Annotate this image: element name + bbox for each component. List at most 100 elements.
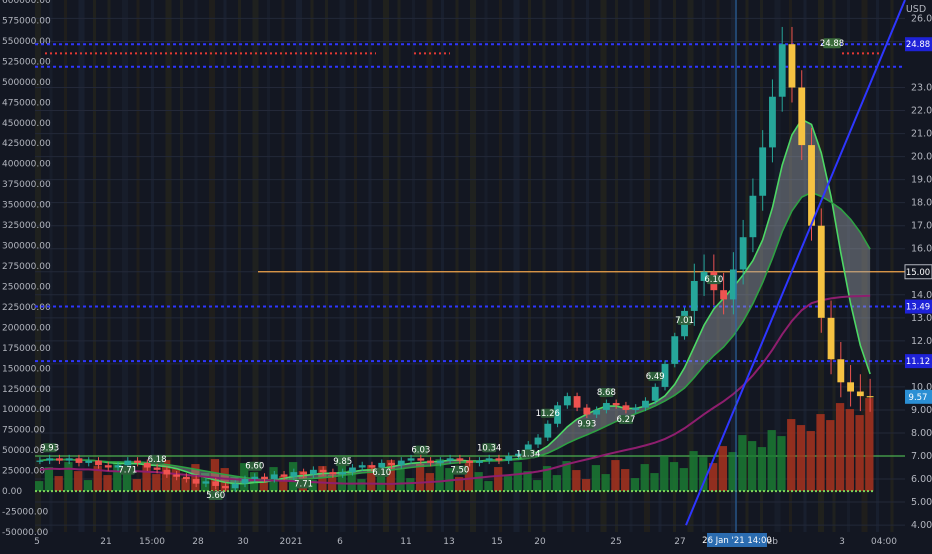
signal-badge: 9.93 [577, 420, 596, 430]
volume-bar [845, 409, 854, 492]
candle-body [544, 423, 552, 438]
candle-body [495, 458, 503, 461]
candle-body [329, 472, 337, 475]
volume-bar [406, 478, 415, 492]
volume-bar [777, 436, 786, 492]
session-band [470, 0, 476, 532]
volume-bar [64, 462, 73, 492]
session-band [383, 0, 389, 532]
volume-bar [796, 425, 806, 492]
chart-root: 600000.00 575000.00 550000.00 5 25000.00 5000… [0, 0, 932, 550]
candle-body [798, 87, 806, 146]
right-axis-tick: 18.00 [911, 198, 932, 209]
session-band [600, 0, 607, 532]
left-axis-tick: 400000.00 [2, 160, 51, 170]
left-axis-tick: 50000.00 [2, 446, 45, 456]
candle-body [124, 460, 132, 466]
session-band [658, 0, 662, 532]
session-band [876, 0, 879, 532]
left-axis-tick: 150000.00 [2, 364, 51, 374]
candle-body [222, 485, 229, 489]
right-axis-tick: 16.00 [911, 244, 932, 255]
signal-badge: 6.60 [245, 462, 264, 472]
candle-body [837, 359, 845, 383]
left-axis-tick: 75000.00 [2, 426, 45, 436]
candle-body [651, 386, 659, 401]
candle-body [134, 460, 141, 463]
left-axis-tick: 500000.00 [2, 78, 51, 88]
volume-bar [748, 441, 757, 492]
candle-body [65, 458, 73, 461]
left-axis-tick: 225000.00 [2, 303, 51, 313]
x-axis-tick: 15 [491, 537, 502, 547]
candle-body [378, 462, 386, 468]
session-band [310, 0, 314, 532]
volume-bar [689, 451, 698, 492]
candle-body [270, 474, 278, 480]
session-band [64, 0, 67, 532]
left-axis-tick: 100000.00 [2, 405, 51, 415]
candle-body [593, 409, 601, 415]
signal-badge: 6.18 [148, 455, 167, 465]
x-axis-tick: 28 [192, 537, 204, 547]
volume-bar [44, 467, 54, 492]
candle-body [417, 458, 425, 461]
volume-bar [552, 475, 561, 492]
candle-body [827, 317, 835, 360]
volume-bar [865, 398, 874, 492]
candle-body [866, 396, 874, 398]
signal-badge: 9.85 [333, 457, 352, 467]
candle-body [339, 472, 347, 475]
right-axis-tick: 12.00 [911, 336, 932, 347]
candle-body [778, 44, 786, 97]
right-axis-tick: 26.00 [911, 13, 932, 24]
session-band [441, 0, 444, 532]
session-band [368, 0, 372, 532]
candle-body [212, 481, 220, 486]
volume-bar [54, 476, 63, 492]
right-axis-tick: 14.00 [911, 290, 932, 301]
left-axis-tick: 0.00 [2, 487, 22, 497]
volume-bar [572, 470, 581, 492]
volume-bar [806, 431, 815, 492]
volume-bar [74, 471, 83, 492]
candle-body [563, 396, 571, 406]
candle-body [290, 472, 298, 477]
candle-body [573, 396, 581, 408]
crosshair-time-label: 26 Jan '21 14:00 [702, 536, 772, 546]
right-price-badge: 9.57 [909, 393, 928, 403]
volume-bar [415, 464, 425, 492]
candle-body [808, 145, 815, 226]
right-axis-tick: 7.00 [911, 451, 932, 462]
volume-bar [181, 478, 190, 492]
session-band [136, 0, 140, 532]
right-axis-tick: 17.00 [911, 221, 932, 232]
session-band [629, 0, 633, 532]
candle-body [642, 400, 649, 408]
session-band [281, 0, 285, 532]
right-axis-tick: 21.00 [911, 129, 932, 140]
right-price-badge: 15.00 [906, 268, 930, 278]
candle-body [182, 476, 190, 480]
left-axis-tick: 350000.00 [2, 201, 51, 211]
volume-bar [826, 420, 835, 492]
left-axis-tick: -25000.00 [2, 508, 48, 518]
x-axis-tick: 6 [337, 537, 343, 547]
left-axis-tick: 550000.00 [2, 37, 51, 47]
x-axis-tick: 27 [674, 537, 685, 547]
candle-body [602, 403, 610, 410]
right-price-badge: 24.88 [906, 40, 930, 50]
volume-bar [669, 462, 679, 492]
x-axis-tick: 15:00 [139, 537, 165, 547]
x-axis-tick: 21 [100, 537, 111, 547]
signal-badge: 11.26 [536, 409, 560, 419]
signal-badge: 7.50 [450, 466, 469, 476]
left-axis-tick: 250000.00 [2, 282, 51, 292]
volume-bar [591, 465, 601, 492]
volume-bar [474, 472, 483, 492]
signal-badge: 11.34 [516, 449, 540, 459]
left-axis-tick: -50000.00 [2, 528, 48, 538]
session-band [93, 0, 96, 532]
volume-bar [83, 480, 93, 492]
candle-body [612, 403, 620, 406]
